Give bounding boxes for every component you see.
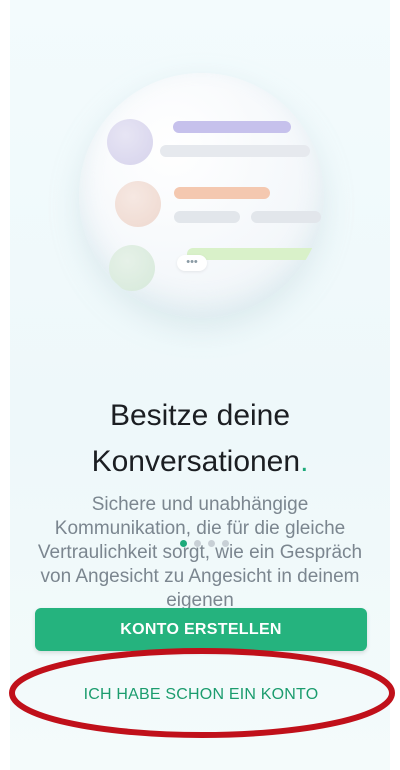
avatar-placeholder-2 [115, 181, 161, 227]
page-dot-2[interactable] [194, 540, 201, 547]
typing-dots-icon: ••• [177, 255, 207, 271]
message-bar-2b [174, 211, 240, 223]
description-text: Sichere und unabhängige Kommunikation, d… [37, 494, 363, 608]
create-account-button[interactable]: KONTO ERSTELLEN [35, 608, 367, 651]
title-line-1: Besitze deine [109, 399, 291, 432]
title-line-2: Konversationen. [0, 442, 400, 482]
chat-illustration: ••• [79, 73, 324, 318]
message-bar-2c [251, 211, 321, 223]
page-indicator [180, 540, 229, 547]
screen-edge-right [390, 0, 400, 770]
message-bar-2a [174, 187, 270, 199]
title-word: Konversationen [91, 445, 301, 478]
message-bar-3a [187, 248, 324, 260]
have-account-button[interactable]: ICH HABE SCHON EIN KONTO [35, 675, 367, 715]
page-dot-3[interactable] [208, 540, 215, 547]
message-bar-1b [160, 145, 310, 157]
page-dot-4[interactable] [222, 540, 229, 547]
avatar-placeholder-3 [109, 245, 155, 291]
screen-edge-left [0, 0, 10, 770]
message-bar-1a [173, 121, 291, 133]
onboarding-screen: ••• Besitze deine Konversationen. Sicher… [0, 0, 400, 770]
avatar-placeholder-1 [107, 119, 153, 165]
title-accent-dot: . [300, 445, 309, 478]
page-dot-1[interactable] [180, 540, 187, 547]
